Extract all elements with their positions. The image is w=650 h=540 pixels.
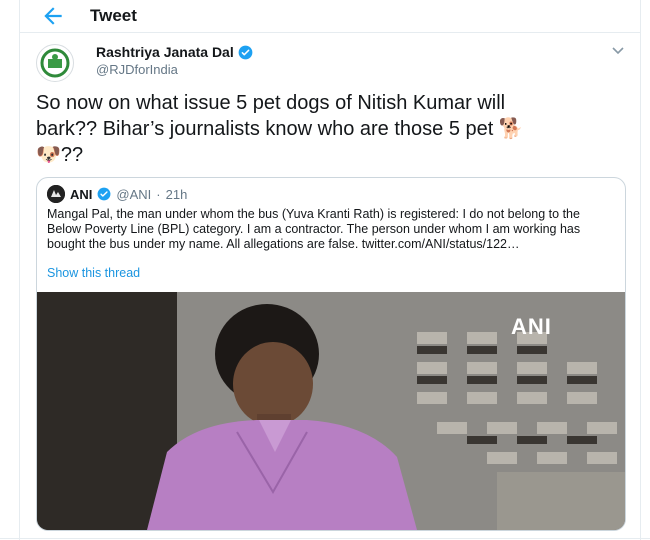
author-handle[interactable]: @RJDforIndia xyxy=(96,62,178,77)
avatar[interactable] xyxy=(36,44,74,82)
ani-logo-icon xyxy=(47,185,65,203)
quoted-tweet-card[interactable]: ANI @ANI · 21h Mangal Pal, the man under… xyxy=(36,177,626,531)
author-display-name[interactable]: Rashtriya Janata Dal xyxy=(96,44,234,60)
page-title: Tweet xyxy=(90,6,137,25)
verified-badge-icon xyxy=(238,45,253,59)
show-thread-link[interactable]: Show this thread xyxy=(47,266,140,280)
quoted-handle[interactable]: @ANI xyxy=(116,187,151,202)
verified-badge-icon xyxy=(97,187,111,201)
quoted-media-image[interactable]: ANI xyxy=(37,292,625,530)
chevron-down-icon[interactable] xyxy=(612,46,624,56)
dog-emoji: 🐕 xyxy=(498,118,524,140)
quoted-avatar xyxy=(47,185,65,203)
author-name-row[interactable]: Rashtriya Janata Dal xyxy=(96,44,253,60)
tweet-page: Tweet Rashtriya Janata Dal @RJDforIndia … xyxy=(19,0,641,540)
quoted-tweet-header: ANI @ANI · 21h xyxy=(47,185,187,203)
quoted-separator: · xyxy=(156,186,161,202)
rjd-logo-icon xyxy=(38,46,72,80)
tweet-text-line-2: bark?? Bihar’s journalists know who are … xyxy=(36,118,499,140)
tweet-text-end: ?? xyxy=(60,144,84,166)
quoted-timestamp[interactable]: 21h xyxy=(166,187,188,202)
dog-face-emoji: 🐶 xyxy=(36,144,61,166)
quoted-tweet-text: Mangal Pal, the man under whom the bus (… xyxy=(47,207,581,251)
tweet-text-line-1: So now on what issue 5 pet dogs of Nitis… xyxy=(36,92,506,114)
tweet-text: So now on what issue 5 pet dogs of Nitis… xyxy=(36,90,616,168)
divider xyxy=(0,538,650,539)
tweet-header: Tweet xyxy=(20,0,640,33)
quoted-display-name[interactable]: ANI xyxy=(70,187,92,202)
media-watermark: ANI xyxy=(511,314,552,339)
arrow-left-icon[interactable] xyxy=(40,3,66,29)
